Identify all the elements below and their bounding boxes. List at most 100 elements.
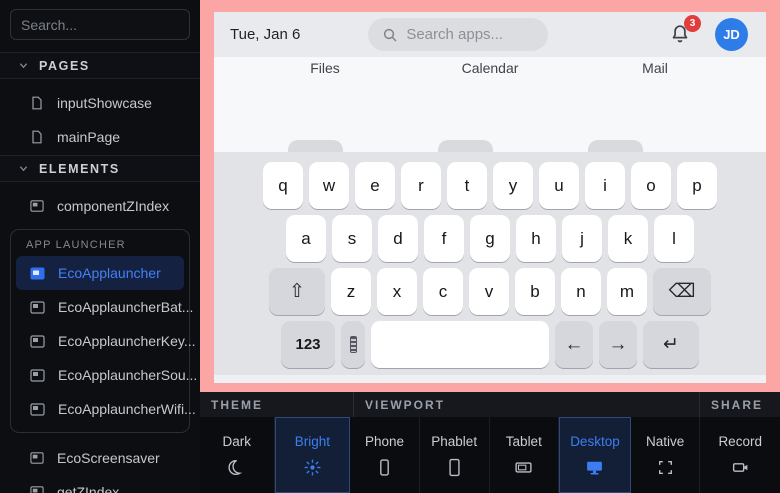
sidebar-item-ecoapplauncherbat[interactable]: EcoApplauncherBat... <box>16 290 184 324</box>
key-a[interactable]: a <box>286 215 326 262</box>
viewport-tablet-button[interactable]: Tablet <box>490 417 560 493</box>
sidebar-item-getzindex[interactable]: getZIndex <box>0 475 200 493</box>
keyboard-layout-icon <box>350 336 357 353</box>
moon-icon <box>227 458 246 477</box>
component-icon <box>30 369 45 382</box>
notification-badge: 3 <box>684 15 701 32</box>
group-label: APP LAUNCHER <box>16 236 184 254</box>
section-header-pages[interactable]: PAGES <box>0 52 200 79</box>
key-t[interactable]: t <box>447 162 487 209</box>
shift-key[interactable]: ⇧ <box>269 268 325 315</box>
key-v[interactable]: v <box>469 268 509 315</box>
keyboard-row-4: 123 ← → ↵ <box>214 321 766 368</box>
section-theme: THEME <box>200 392 354 417</box>
backspace-key[interactable]: ⌫ <box>653 268 711 315</box>
button-label: Record <box>718 434 762 449</box>
keyboard-row-1: q w e r t y u i o p <box>214 162 766 209</box>
space-key[interactable] <box>371 321 549 368</box>
sidebar-item-label: getZIndex <box>57 484 119 493</box>
key-n[interactable]: n <box>561 268 601 315</box>
key-z[interactable]: z <box>331 268 371 315</box>
shift-icon: ⇧ <box>289 280 305 303</box>
key-c[interactable]: c <box>423 268 463 315</box>
sidebar-item-mainpage[interactable]: mainPage <box>0 120 200 154</box>
key-p[interactable]: p <box>677 162 717 209</box>
key-u[interactable]: u <box>539 162 579 209</box>
layout-switch-key[interactable] <box>341 321 365 368</box>
component-icon <box>30 301 45 314</box>
sidebar-item-componentzindex[interactable]: componentZIndex <box>0 189 200 223</box>
sidebar: PAGES inputShowcase mainPage ELEMENTS co… <box>0 0 200 493</box>
sidebar-item-label: EcoScreensaver <box>57 450 160 466</box>
app-search-input[interactable] <box>406 26 536 43</box>
viewport-phablet-button[interactable]: Phablet <box>420 417 490 493</box>
date-label: Tue, Jan 6 <box>230 26 300 43</box>
toolbar-header: THEME VIEWPORT SHARE <box>200 392 780 417</box>
key-s[interactable]: s <box>332 215 372 262</box>
sidebar-item-ecoapplauncherkey[interactable]: EcoApplauncherKey... <box>16 324 184 358</box>
viewport-native-button[interactable]: Native <box>631 417 701 493</box>
section-header-elements[interactable]: ELEMENTS <box>0 155 200 182</box>
app-icon-partial[interactable] <box>588 140 643 152</box>
viewport-desktop-button[interactable]: Desktop <box>559 417 631 493</box>
sidebar-item-label: EcoApplauncherBat... <box>58 299 193 315</box>
backspace-icon: ⌫ <box>669 280 696 303</box>
sidebar-item-ecoapplauncher[interactable]: EcoApplauncher <box>16 256 184 290</box>
key-k[interactable]: k <box>608 215 648 262</box>
app-launcher-preview: Tue, Jan 6 3 JD Files Calendar Mail q w <box>214 12 766 383</box>
key-m[interactable]: m <box>607 268 647 315</box>
sidebar-item-ecoapplauncherwifi[interactable]: EcoApplauncherWifi... <box>16 392 184 426</box>
arrow-left-icon: ← <box>565 334 584 356</box>
viewport-phone-button[interactable]: Phone <box>350 417 420 493</box>
enter-key[interactable]: ↵ <box>643 321 699 368</box>
key-b[interactable]: b <box>515 268 555 315</box>
sidebar-item-inputshowcase[interactable]: inputShowcase <box>0 86 200 120</box>
numeric-mode-key[interactable]: 123 <box>281 321 335 368</box>
component-icon <box>30 267 45 280</box>
app-icon-partial[interactable] <box>288 140 343 152</box>
key-l[interactable]: l <box>654 215 694 262</box>
sidebar-item-label: componentZIndex <box>57 198 169 214</box>
phone-icon <box>375 458 394 477</box>
sidebar-item-ecoscreensaver[interactable]: EcoScreensaver <box>0 441 200 475</box>
key-g[interactable]: g <box>470 215 510 262</box>
share-record-button[interactable]: Record <box>700 417 780 493</box>
button-label: Bright <box>295 434 330 449</box>
notifications-button[interactable]: 3 <box>669 22 693 48</box>
key-f[interactable]: f <box>424 215 464 262</box>
key-h[interactable]: h <box>516 215 556 262</box>
cursor-right-key[interactable]: → <box>599 321 637 368</box>
key-d[interactable]: d <box>378 215 418 262</box>
toolbar-buttons: Dark Bright Phone Phablet Tablet Desktop… <box>200 417 780 493</box>
app-label-calendar[interactable]: Calendar <box>462 60 519 76</box>
app-icon-partial[interactable] <box>438 140 493 152</box>
app-label-files[interactable]: Files <box>310 60 340 76</box>
avatar[interactable]: JD <box>715 18 748 51</box>
key-i[interactable]: i <box>585 162 625 209</box>
keyboard-row-2: a s d f g h j k l <box>214 215 766 262</box>
key-q[interactable]: q <box>263 162 303 209</box>
key-y[interactable]: y <box>493 162 533 209</box>
sidebar-item-label: EcoApplauncherKey... <box>58 333 196 349</box>
fullscreen-corners-icon <box>656 458 675 477</box>
theme-dark-button[interactable]: Dark <box>200 417 275 493</box>
sidebar-search-input[interactable] <box>10 9 190 40</box>
button-label: Desktop <box>570 434 620 449</box>
preview-topbar: Tue, Jan 6 3 JD <box>214 12 766 57</box>
sidebar-item-ecoapplaunchersou[interactable]: EcoApplauncherSou... <box>16 358 184 392</box>
app-search[interactable] <box>368 18 548 51</box>
theme-bright-button[interactable]: Bright <box>275 417 351 493</box>
cursor-left-key[interactable]: ← <box>555 321 593 368</box>
bottom-toolbar: THEME VIEWPORT SHARE Dark Bright Phone P… <box>200 392 780 493</box>
key-w[interactable]: w <box>309 162 349 209</box>
brightness-icon <box>303 458 322 477</box>
key-r[interactable]: r <box>401 162 441 209</box>
arrow-right-icon: → <box>609 334 628 356</box>
key-x[interactable]: x <box>377 268 417 315</box>
key-o[interactable]: o <box>631 162 671 209</box>
app-label-mail[interactable]: Mail <box>642 60 668 76</box>
key-j[interactable]: j <box>562 215 602 262</box>
component-icon <box>30 451 44 465</box>
key-e[interactable]: e <box>355 162 395 209</box>
search-icon <box>382 27 398 43</box>
